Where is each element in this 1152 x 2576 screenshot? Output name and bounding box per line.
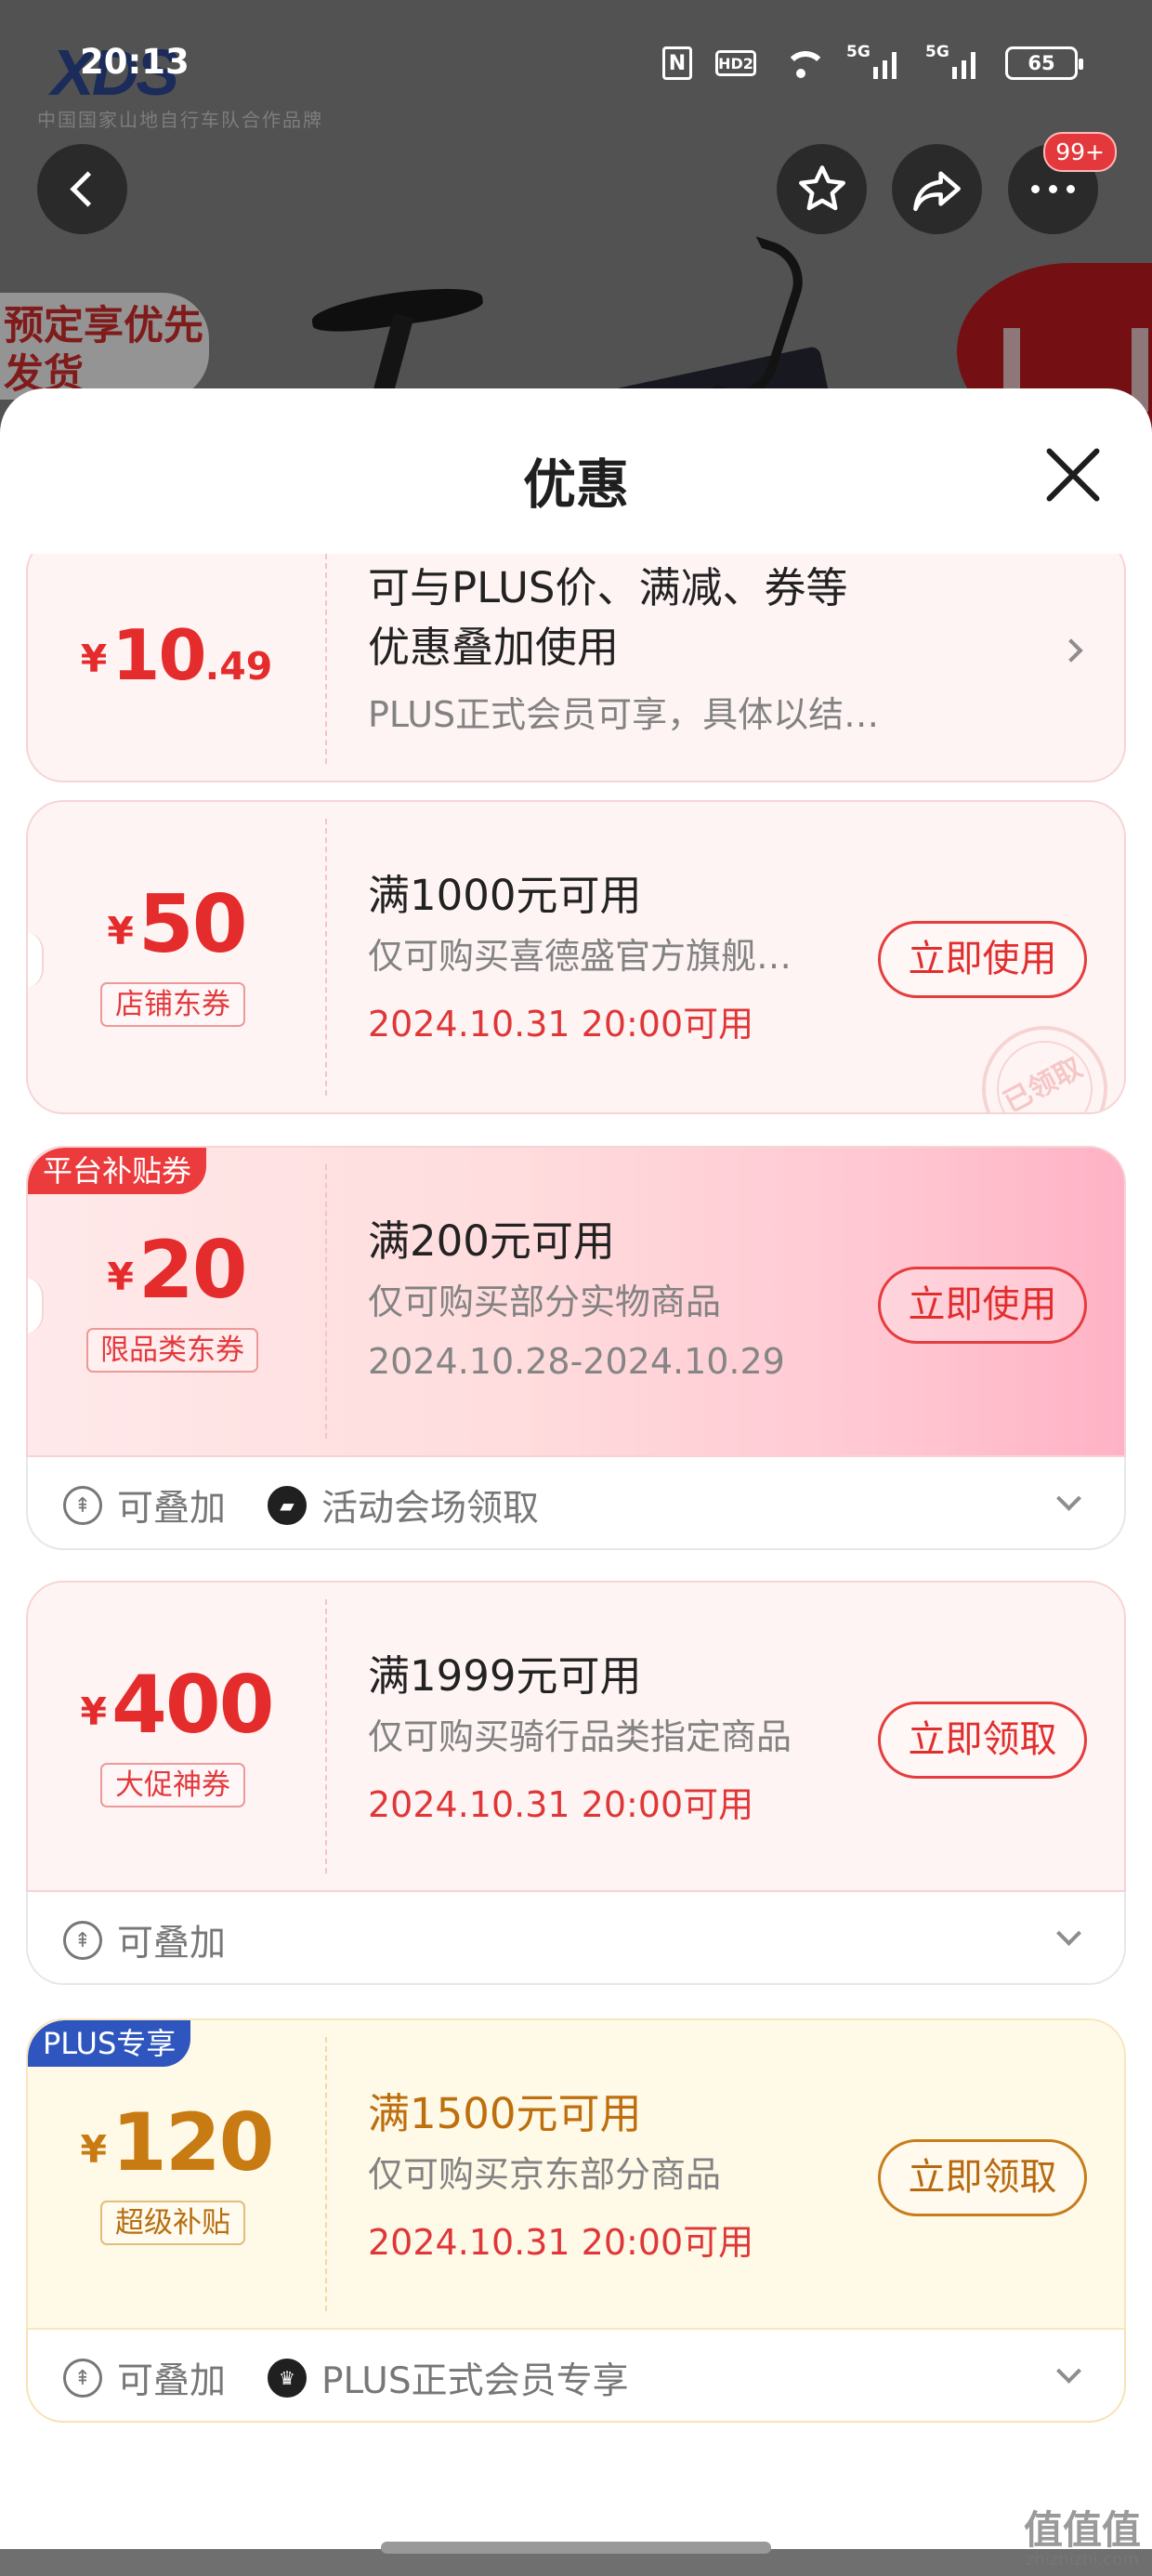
platform-subsidy-ribbon: 平台补贴券: [28, 1148, 207, 1194]
share-icon: [912, 171, 961, 211]
coupon-type-tag: 超级补贴: [100, 2201, 245, 2245]
coupon-type-tag: 限品类东券: [86, 1328, 258, 1373]
coupon-type-tag: 店铺东券: [100, 982, 245, 1027]
share-button[interactable]: [892, 144, 982, 234]
coupon-card[interactable]: PLUS专享 ¥120 超级补贴 满1500元可用 仅可购买京东部分商品 202…: [26, 2018, 1126, 2330]
coupon-divider: [325, 819, 327, 1096]
coupon-description: 仅可购买部分实物商品: [368, 1281, 722, 1322]
coupon-footer: ⇞ 可叠加 ♛ PLUS正式会员专享: [26, 2330, 1126, 2423]
plus-exclusive-coupon-card[interactable]: PLUS专享 ¥120 超级补贴 满1500元可用 仅可购买京东部分商品 202…: [26, 2018, 1126, 2423]
coupon-card[interactable]: 平台补贴券 ¥20 限品类东券 满200元可用 仅可购买部分实物商品 2024.…: [26, 1146, 1126, 1457]
coupon-price: ¥10.49: [80, 614, 273, 696]
coupon-card[interactable]: ¥50 店铺东券 满1000元可用 仅可购买喜德盛官方旗舰… 2024.10.3…: [26, 800, 1126, 1114]
coupon-list[interactable]: ¥10.49 可与PLUS价、满减、券等 优惠叠加使用 PLUS正式会员可享，具…: [0, 554, 1152, 2549]
coupon-divider: [325, 2037, 327, 2311]
status-time: 20:13: [80, 42, 190, 82]
stack-icon: ⇞: [63, 1486, 102, 1525]
plus-exclusive-ribbon: PLUS专享: [28, 2020, 191, 2067]
platform-subsidy-coupon-card[interactable]: 平台补贴券 ¥20 限品类东券 满200元可用 仅可购买部分实物商品 2024.…: [26, 1146, 1126, 1550]
home-indicator[interactable]: [381, 2542, 771, 2554]
claim-now-button[interactable]: 立即领取: [878, 2139, 1087, 2216]
coupon-card[interactable]: ¥10.49 可与PLUS价、满减、券等 优惠叠加使用 PLUS正式会员可享，具…: [26, 554, 1126, 782]
discount-bottom-sheet: 优惠 ¥10.49 可与PLUS价、满减、券等 优惠叠加使用 PLUS正式会员可…: [0, 388, 1152, 2549]
crown-icon: ♛: [268, 2359, 307, 2398]
claim-now-button[interactable]: 立即领取: [878, 1702, 1087, 1779]
notification-badge: 99+: [1043, 132, 1117, 172]
coupon-condition: 满1000元可用: [368, 871, 642, 920]
coupon-date: 2024.10.31 20:00可用: [368, 1004, 754, 1045]
star-icon: [798, 164, 845, 210]
chevron-down-icon[interactable]: [1056, 1921, 1081, 1946]
big-sale-coupon-card[interactable]: ¥400 大促神券 满1999元可用 仅可购买骑行品类指定商品 2024.10.…: [26, 1581, 1126, 1985]
coupon-divider: [325, 1599, 327, 1873]
coupon-footer: ⇞ 可叠加 ▰ 活动会场领取: [26, 1457, 1126, 1550]
stack-icon: ⇞: [63, 1921, 102, 1960]
watermark: 值值值 zhizhizhi.com: [1023, 2507, 1141, 2569]
stackable-info: ⇞ 可叠加: [63, 1914, 226, 1966]
coupon-price: ¥120: [80, 2096, 274, 2189]
coupon-date: 2024.10.31 20:00可用: [368, 1784, 754, 1825]
coupon-divider: [325, 1164, 327, 1439]
use-now-button[interactable]: 立即使用: [878, 921, 1087, 998]
signal-icon: 5G: [925, 43, 982, 79]
network-type-label: 5G: [846, 43, 871, 61]
coupon-description: 仅可购买喜德盛官方旗舰…: [368, 936, 792, 977]
wifi-icon: [779, 48, 827, 79]
favorite-button[interactable]: [777, 144, 867, 234]
close-icon[interactable]: [1041, 442, 1106, 507]
more-button[interactable]: 99+: [1008, 132, 1117, 234]
coupon-divider: [325, 554, 327, 764]
coupon-card[interactable]: ¥400 大促神券 满1999元可用 仅可购买骑行品类指定商品 2024.10.…: [26, 1581, 1126, 1892]
chevron-down-icon[interactable]: [1056, 2359, 1081, 2384]
back-button[interactable]: [37, 144, 127, 234]
coupon-date: 2024.10.31 20:00可用: [368, 2222, 754, 2263]
coupon-description: 仅可购买骑行品类指定商品: [368, 1716, 792, 1757]
coupon-description: 仅可购买京东部分商品: [368, 2154, 722, 2195]
member-info: ♛ PLUS正式会员专享: [268, 2352, 629, 2404]
battery-icon: 65: [1005, 46, 1083, 80]
chevron-down-icon[interactable]: [1056, 1486, 1081, 1511]
hd-icon: HD2: [715, 50, 756, 76]
coupon-sheet-screen: XDS 中国国家山地自行车队合作品牌 预定享优先发货 20:13 N HD2 5…: [0, 0, 1152, 2576]
coupon-date: 2024.10.28-2024.10.29: [368, 1341, 785, 1382]
plus-price-coupon-card[interactable]: ¥10.49 可与PLUS价、满减、券等 优惠叠加使用 PLUS正式会员可享，具…: [26, 554, 1126, 782]
back-icon: [70, 171, 106, 207]
store-coupon-card[interactable]: ¥50 店铺东券 满1000元可用 仅可购买喜德盛官方旗舰… 2024.10.3…: [26, 800, 1126, 1114]
chevron-right-icon[interactable]: [1059, 638, 1083, 663]
nfc-icon: N: [662, 46, 692, 80]
coupon-price: ¥400: [80, 1659, 274, 1752]
status-bar: 20:13 N HD2 5G 5G 65: [0, 0, 1152, 139]
signal-icon: 5G: [846, 43, 903, 79]
coupon-price: ¥50: [107, 878, 247, 971]
coupon-condition: 满1500元可用: [368, 2089, 642, 2138]
ticket-icon: ▰: [268, 1486, 307, 1525]
claimed-stamp: 已领取: [960, 1004, 1124, 1112]
coupon-type-tag: 大促神券: [100, 1763, 245, 1807]
stackable-info: ⇞ 可叠加: [63, 2352, 226, 2404]
coupon-title: 优惠叠加使用: [368, 623, 620, 672]
sheet-title: 优惠: [523, 454, 629, 516]
coupon-price: ¥20: [107, 1224, 247, 1317]
source-info: ▰ 活动会场领取: [268, 1479, 539, 1531]
stackable-info: ⇞ 可叠加: [63, 1479, 226, 1531]
stack-icon: ⇞: [63, 2359, 102, 2398]
coupon-description: PLUS正式会员可享，具体以结…: [368, 694, 880, 735]
coupon-footer: ⇞ 可叠加: [26, 1892, 1126, 1985]
use-now-button[interactable]: 立即使用: [878, 1267, 1087, 1344]
more-icon: [1031, 185, 1075, 193]
network-type-label: 5G: [925, 43, 949, 61]
status-icons: N HD2 5G 5G 65: [662, 43, 1083, 80]
coupon-condition: 满200元可用: [368, 1216, 615, 1266]
coupon-condition: 满1999元可用: [368, 1651, 642, 1701]
coupon-title: 可与PLUS价、满减、券等: [368, 563, 848, 612]
